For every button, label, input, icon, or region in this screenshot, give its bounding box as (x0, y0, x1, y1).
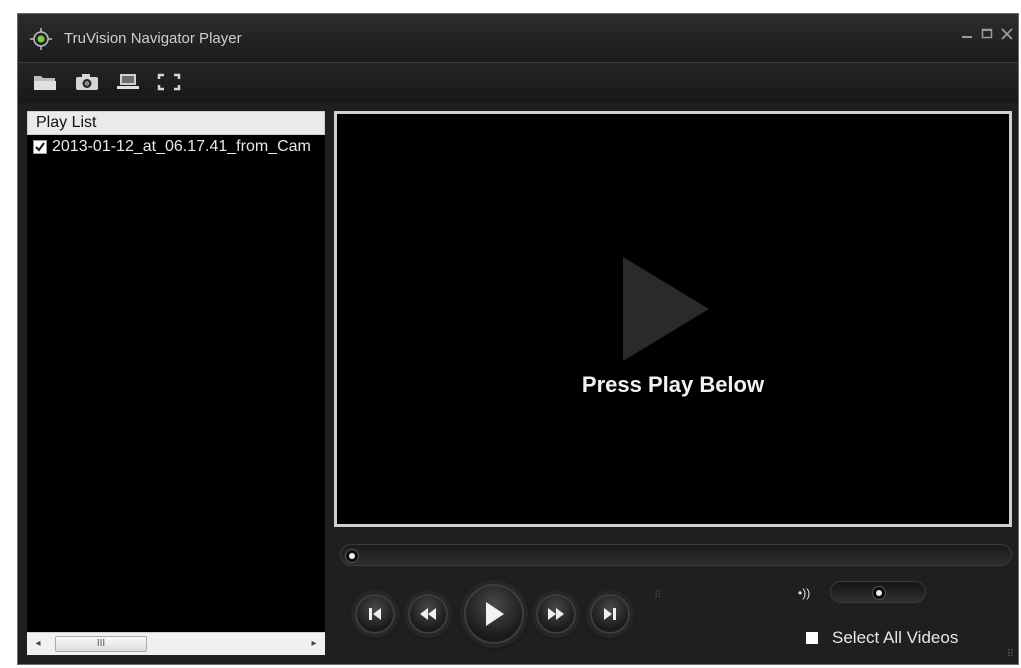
checkmark-icon (35, 142, 45, 152)
horizontal-scrollbar[interactable]: ◂ III ▸ (27, 632, 325, 655)
step-back-icon (369, 608, 381, 620)
playlist-header: Play List (27, 111, 325, 135)
open-folder-button[interactable] (32, 71, 58, 93)
maximize-button[interactable] (980, 26, 994, 42)
camera-icon (76, 74, 98, 90)
minimize-icon (962, 36, 972, 38)
title-bar[interactable]: TruVision Navigator Player (18, 14, 1018, 62)
play-button[interactable] (464, 584, 524, 644)
select-all-videos[interactable]: Select All Videos (806, 628, 958, 648)
fast-forward-button[interactable] (536, 594, 576, 634)
player-window: TruVision Navigator Player Play List 201… (17, 13, 1019, 665)
playlist-item-label: 2013-01-12_at_06.17.41_from_Cam (52, 138, 311, 155)
scroll-left-icon[interactable]: ◂ (33, 638, 43, 650)
rewind-icon (420, 608, 436, 620)
export-button[interactable] (115, 71, 141, 93)
window-title: TruVision Navigator Player (64, 30, 242, 47)
resize-grip-icon: ⠿ (654, 590, 661, 601)
fast-forward-icon (548, 608, 564, 620)
select-all-label: Select All Videos (832, 628, 959, 647)
scroll-right-icon[interactable]: ▸ (309, 638, 319, 650)
playlist-panel: Play List 2013-01-12_at_06.17.41_from_Ca… (27, 111, 325, 655)
seek-bar[interactable] (340, 544, 1012, 566)
maximize-icon (981, 28, 993, 39)
close-icon (1001, 28, 1013, 40)
window-controls (960, 26, 1014, 42)
play-placeholder-icon (623, 257, 709, 361)
folder-icon (34, 76, 56, 90)
laptop-icon (117, 74, 139, 89)
volume-icon: •)) (798, 586, 811, 600)
scroll-thumb[interactable]: III (55, 636, 147, 652)
play-icon (486, 602, 504, 626)
step-back-button[interactable] (355, 594, 395, 634)
select-all-checkbox[interactable] (806, 632, 818, 644)
video-area[interactable]: Press Play Below (334, 111, 1012, 527)
window-resize-grip-icon[interactable]: ⠿ (1007, 649, 1014, 660)
toolbar (18, 62, 1018, 103)
close-button[interactable] (1000, 26, 1014, 42)
minimize-button[interactable] (960, 26, 974, 42)
volume-slider[interactable] (830, 581, 926, 603)
app-logo-icon (30, 28, 52, 50)
volume-handle[interactable] (872, 586, 886, 600)
press-play-message: Press Play Below (581, 372, 765, 397)
fullscreen-button[interactable] (156, 71, 182, 93)
step-forward-button[interactable] (590, 594, 630, 634)
step-forward-icon (604, 608, 616, 620)
rewind-button[interactable] (408, 594, 448, 634)
seek-handle[interactable] (345, 549, 359, 563)
fullscreen-icon (157, 73, 181, 91)
snapshot-button[interactable] (74, 71, 100, 93)
list-item[interactable]: 2013-01-12_at_06.17.41_from_Cam (27, 135, 325, 159)
playlist-item-checkbox[interactable] (33, 140, 47, 154)
